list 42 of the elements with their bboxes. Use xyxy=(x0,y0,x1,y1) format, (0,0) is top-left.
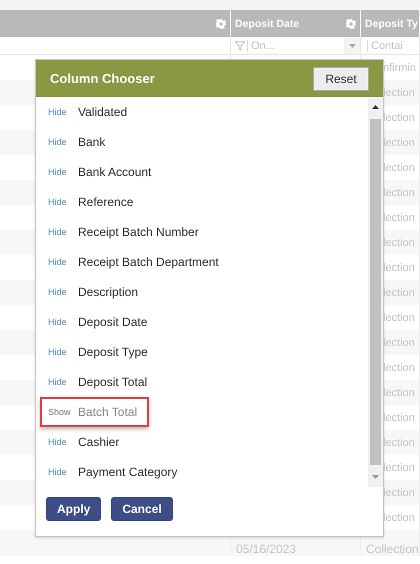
column-header[interactable] xyxy=(0,10,231,37)
toggle-link[interactable]: Hide xyxy=(42,317,78,327)
column-header[interactable]: Deposit Date xyxy=(231,10,361,37)
scrollbar[interactable] xyxy=(368,97,383,487)
toggle-link[interactable]: Hide xyxy=(42,137,78,147)
column-label: Bank Account xyxy=(78,165,152,179)
column-label: Description xyxy=(78,285,138,299)
column-label: Receipt Batch Number xyxy=(78,225,199,239)
filter-icon xyxy=(235,40,245,50)
dialog-title: Column Chooser xyxy=(50,71,155,86)
toggle-link[interactable]: Hide xyxy=(42,287,78,297)
toggle-link[interactable]: Hide xyxy=(42,437,78,447)
toggle-link[interactable]: Hide xyxy=(42,167,78,177)
column-label: Deposit Type xyxy=(78,345,148,359)
column-label: Receipt Batch Department xyxy=(78,255,219,269)
column-label: Payment Category xyxy=(78,465,178,479)
dialog-button[interactable]: Cancel xyxy=(111,497,173,521)
dialog-button[interactable]: Apply xyxy=(46,497,102,521)
toggle-link[interactable]: Show xyxy=(42,407,78,417)
toggle-link[interactable]: Hide xyxy=(42,197,78,207)
reset-button[interactable]: Reset xyxy=(313,66,369,90)
column-label: Validated xyxy=(78,105,128,119)
dropdown-button[interactable] xyxy=(344,37,360,54)
toggle-link[interactable]: Hide xyxy=(42,377,78,387)
column-label: Reference xyxy=(78,195,134,209)
column-label: Cashier xyxy=(78,435,120,449)
filter-field[interactable]: Contai xyxy=(367,40,420,52)
toggle-link[interactable]: Hide xyxy=(42,257,78,267)
caret-icon xyxy=(348,44,356,48)
column-label: Bank xyxy=(78,135,106,149)
filter-field[interactable]: On... xyxy=(247,40,311,52)
toggle-link[interactable]: Hide xyxy=(42,107,78,117)
column-label: Batch Total xyxy=(78,405,138,419)
toggle-link[interactable]: Hide xyxy=(42,467,78,477)
settings-icon[interactable] xyxy=(216,18,226,28)
table-cell-text: nfirmin xyxy=(382,62,416,74)
settings-icon[interactable] xyxy=(346,18,356,28)
column-label: Deposit Total xyxy=(78,375,148,389)
column-label: Deposit Date xyxy=(78,315,148,329)
column-header[interactable]: Deposit Ty xyxy=(361,10,420,37)
toggle-link[interactable]: Hide xyxy=(42,227,78,237)
toggle-link[interactable]: Hide xyxy=(42,347,78,357)
